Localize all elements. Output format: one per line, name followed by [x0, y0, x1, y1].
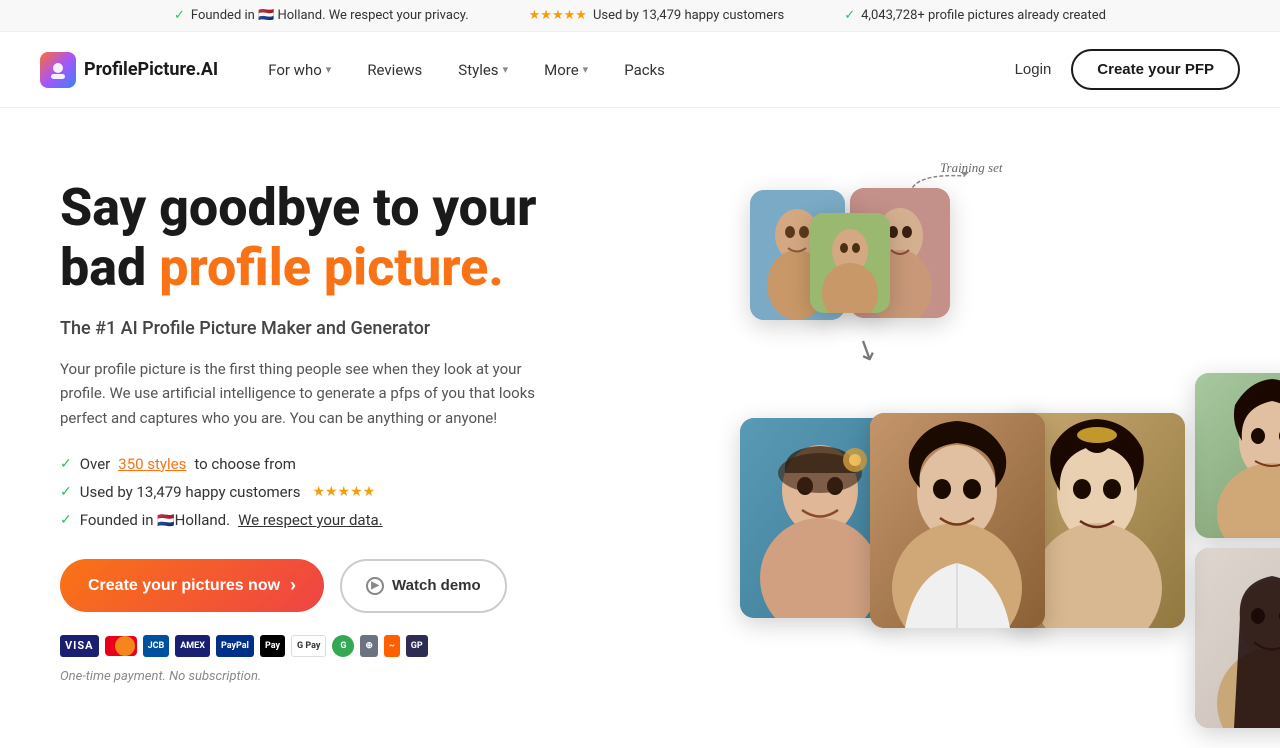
- feature-styles: ✓ Over 350 styles to choose from: [60, 455, 620, 473]
- ai-photo-4: [1195, 373, 1280, 538]
- navbar: ProfilePicture.AI For who ▾ Reviews Styl…: [0, 32, 1280, 108]
- chevron-down-icon: ▾: [326, 63, 332, 76]
- payment-amex: AMEX: [175, 635, 210, 657]
- chevron-down-icon-3: ▾: [583, 63, 589, 76]
- banner-founded-text: Founded in 🇳🇱 Holland. We respect your p…: [191, 8, 469, 23]
- ai-photo-2: [870, 413, 1045, 628]
- payment-googlepay: G Pay: [291, 635, 326, 657]
- features-list: ✓ Over 350 styles to choose from ✓ Used …: [60, 455, 620, 529]
- payment-icons: VISA JCB AMEX PayPal Pay G Pay G ⊕ ~ GP: [60, 635, 620, 657]
- nav-links: For who ▾ Reviews Styles ▾ More ▾ Packs: [268, 61, 1014, 79]
- heading-line1: Say goodbye to your: [60, 177, 537, 238]
- stars-icon: ★★★★★: [529, 8, 587, 23]
- chevron-down-icon-2: ▾: [503, 63, 509, 76]
- training-photo-2: [810, 213, 890, 313]
- hero-right: Training set: [620, 158, 1220, 718]
- hero-left: Say goodbye to your bad profile picture.…: [60, 158, 620, 718]
- photo-collage: Training set: [740, 158, 1220, 718]
- create-pfp-button[interactable]: Create your PFP: [1071, 49, 1240, 90]
- payment-gp: GP: [406, 635, 428, 657]
- banner-pictures-text: 4,043,728+ profile pictures already crea…: [861, 8, 1106, 23]
- watch-demo-label: Watch demo: [392, 577, 481, 594]
- banner-item-founded: ✓ Founded in 🇳🇱 Holland. We respect your…: [174, 8, 469, 23]
- hero-heading: Say goodbye to your bad profile picture.: [60, 178, 620, 298]
- ai-photo-5: [1195, 548, 1280, 728]
- nav-for-who[interactable]: For who ▾: [268, 61, 331, 79]
- cta-row: Create your pictures now › ▶ Watch demo: [60, 559, 620, 613]
- payment-google: G: [332, 635, 354, 657]
- check-icon-feat1: ✓: [60, 456, 72, 472]
- play-icon: ▶: [366, 577, 384, 595]
- payment-jcb: JCB: [143, 635, 170, 657]
- payment-other2: ~: [384, 635, 400, 657]
- banner-item-customers: ★★★★★ Used by 13,479 happy customers: [529, 8, 785, 23]
- payment-other1: ⊕: [360, 635, 378, 657]
- privacy-link[interactable]: We respect your data.: [238, 511, 383, 529]
- login-button[interactable]: Login: [1015, 61, 1052, 78]
- create-now-button[interactable]: Create your pictures now ›: [60, 559, 324, 612]
- hero-description: Your profile picture is the first thing …: [60, 357, 560, 431]
- check-icon-2: ✓: [844, 8, 855, 23]
- check-icon: ✓: [174, 8, 185, 23]
- watch-demo-button[interactable]: ▶ Watch demo: [340, 559, 507, 613]
- check-icon-feat2: ✓: [60, 484, 72, 500]
- hero-section: Say goodbye to your bad profile picture.…: [0, 108, 1280, 748]
- feature-customers: ✓ Used by 13,479 happy customers ★★★★★: [60, 483, 620, 501]
- styles-link[interactable]: 350 styles: [118, 455, 186, 473]
- arrow-right-icon: ›: [290, 575, 296, 596]
- nav-reviews[interactable]: Reviews: [367, 61, 422, 79]
- heading-line2-plain: bad: [60, 237, 159, 298]
- heading-highlight: profile picture.: [159, 237, 504, 298]
- nav-packs[interactable]: Packs: [624, 61, 665, 79]
- rating-stars: ★★★★★: [312, 484, 375, 500]
- payment-visa: VISA: [60, 635, 99, 657]
- top-banner: ✓ Founded in 🇳🇱 Holland. We respect your…: [0, 0, 1280, 32]
- nav-more[interactable]: More ▾: [544, 61, 588, 79]
- arrow-down-icon: ↘: [849, 330, 884, 370]
- feature-founded: ✓ Founded in 🇳🇱Holland. We respect your …: [60, 511, 620, 529]
- create-now-label: Create your pictures now: [88, 577, 280, 595]
- payment-mastercard: [105, 636, 137, 656]
- banner-item-pictures: ✓ 4,043,728+ profile pictures already cr…: [844, 8, 1106, 23]
- payment-applepay: Pay: [260, 635, 285, 657]
- logo[interactable]: ProfilePicture.AI: [40, 52, 218, 88]
- training-set-text: Training set: [940, 160, 1003, 176]
- check-icon-feat3: ✓: [60, 512, 72, 528]
- banner-customers-text: Used by 13,479 happy customers: [593, 8, 784, 23]
- payment-paypal: PayPal: [216, 635, 254, 657]
- one-time-payment-text: One-time payment. No subscription.: [60, 669, 620, 684]
- hero-subtitle: The #1 AI Profile Picture Maker and Gene…: [60, 318, 620, 339]
- nav-styles[interactable]: Styles ▾: [458, 61, 508, 79]
- nav-right: Login Create your PFP: [1015, 49, 1240, 90]
- logo-text: ProfilePicture.AI: [84, 59, 218, 80]
- logo-icon: [40, 52, 76, 88]
